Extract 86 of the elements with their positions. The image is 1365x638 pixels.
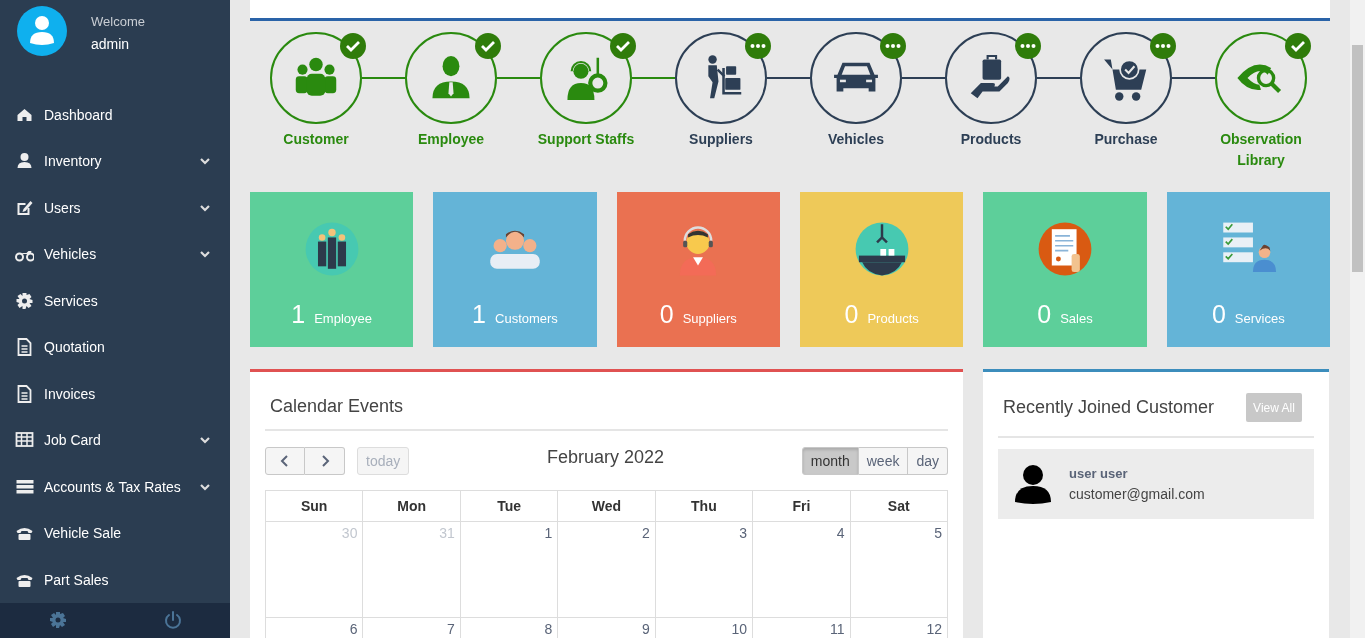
check-badge-icon <box>475 33 501 59</box>
more-badge-icon <box>745 33 771 59</box>
weekday-header: Thu <box>655 490 753 522</box>
stat-count: 0 <box>844 300 859 329</box>
stat-count: 1 <box>291 300 306 329</box>
weekday-header: Mon <box>362 490 461 522</box>
stat-label: Sales <box>1060 311 1093 326</box>
day-cell[interactable]: 6 <box>265 617 363 638</box>
day-cell[interactable]: 1 <box>460 521 558 618</box>
scrollbar[interactable] <box>1350 0 1365 638</box>
step-label: Suppliers <box>688 130 754 149</box>
avatar-icon <box>1014 464 1052 504</box>
stat-count: 1 <box>472 300 486 329</box>
next-button[interactable] <box>305 447 345 475</box>
view-button[interactable]: week <box>858 447 909 475</box>
day-cell[interactable]: 5 <box>850 521 948 618</box>
user-icon <box>15 152 34 170</box>
cogs-icon <box>15 291 34 310</box>
weekday-header: Wed <box>557 490 656 522</box>
view-button[interactable]: day <box>908 447 948 475</box>
view-button[interactable]: month <box>801 447 859 475</box>
sidebar-item[interactable]: Users <box>0 184 230 231</box>
connector-line <box>362 77 405 79</box>
check-badge-icon <box>340 33 366 59</box>
step-label: Products <box>959 130 1023 149</box>
stat-label: Products <box>867 311 919 326</box>
sidebar-item[interactable]: Job Card <box>0 416 230 464</box>
sidebar-item[interactable]: Vehicles <box>0 230 230 278</box>
connector-line <box>1037 77 1080 79</box>
avatar-icon <box>17 6 67 56</box>
sidebar-item[interactable]: Services <box>0 277 230 324</box>
welcome-text: Welcome <box>91 14 145 29</box>
day-cell[interactable]: 2 <box>557 521 656 618</box>
sidebar-item[interactable]: Quotation <box>0 323 230 371</box>
power-icon[interactable] <box>163 611 182 630</box>
step-label: Support Staffs <box>536 130 636 149</box>
weekday-header: Sun <box>265 490 363 522</box>
step-label: Observation Library <box>1219 130 1303 170</box>
step-label: Vehicles <box>826 130 885 149</box>
day-cell[interactable]: 3 <box>655 521 753 618</box>
step-label: Customer <box>282 130 350 149</box>
check-badge-icon <box>1285 33 1311 59</box>
sidebar-item[interactable]: Dashboard <box>0 91 230 138</box>
stat-count: 0 <box>659 300 674 329</box>
weekday-header: Sat <box>850 490 948 522</box>
connector-line <box>497 77 540 79</box>
more-badge-icon <box>1015 33 1041 59</box>
settings-icon[interactable] <box>48 611 67 630</box>
edit-icon <box>15 198 34 217</box>
customer-name: user user <box>1069 466 1129 481</box>
more-badge-icon <box>1150 33 1176 59</box>
chevron-left-icon <box>280 455 290 467</box>
card-title: Recently Joined Customer <box>1003 397 1215 418</box>
stat-label: Suppliers <box>682 311 737 326</box>
more-badge-icon <box>880 33 906 59</box>
card-title: Calendar Events <box>265 372 948 431</box>
document-icon <box>15 338 34 356</box>
stat-count: 0 <box>1037 300 1052 329</box>
sidebar-item[interactable]: Inventory <box>0 137 230 185</box>
check-badge-icon <box>610 33 636 59</box>
stat-label: Customers <box>495 311 558 326</box>
step-label: Purchase <box>1093 130 1159 149</box>
customer-email: customer@gmail.com <box>1069 486 1205 502</box>
stat-count: 0 <box>1211 300 1226 329</box>
previous-button[interactable] <box>265 447 305 475</box>
table-icon <box>15 431 34 449</box>
month-title: February 2022 <box>546 446 666 468</box>
connector-line <box>902 77 945 79</box>
document-icon <box>15 384 34 403</box>
stat-label: Services <box>1234 311 1285 326</box>
user-name: admin <box>91 36 131 52</box>
list-icon <box>15 477 34 496</box>
sidebar-item[interactable]: Vehicle Sale <box>0 509 230 557</box>
day-cell[interactable]: 4 <box>752 521 851 618</box>
step-label: Employee <box>416 130 486 149</box>
connector-line <box>632 77 675 79</box>
customer-row[interactable]: user user customer@gmail.com <box>998 449 1314 519</box>
sidebar-item[interactable]: Accounts & Tax Rates <box>0 463 230 510</box>
sidebar-item[interactable]: Invoices <box>0 370 230 417</box>
connector-line <box>767 77 810 79</box>
weekday-header: Fri <box>752 490 851 522</box>
sidebar-item[interactable]: Part Sales <box>0 556 230 603</box>
stat-label: Employee <box>314 311 372 326</box>
connector-line <box>1172 77 1215 79</box>
chevron-right-icon <box>319 455 330 467</box>
weekday-header: Tue <box>460 490 558 522</box>
